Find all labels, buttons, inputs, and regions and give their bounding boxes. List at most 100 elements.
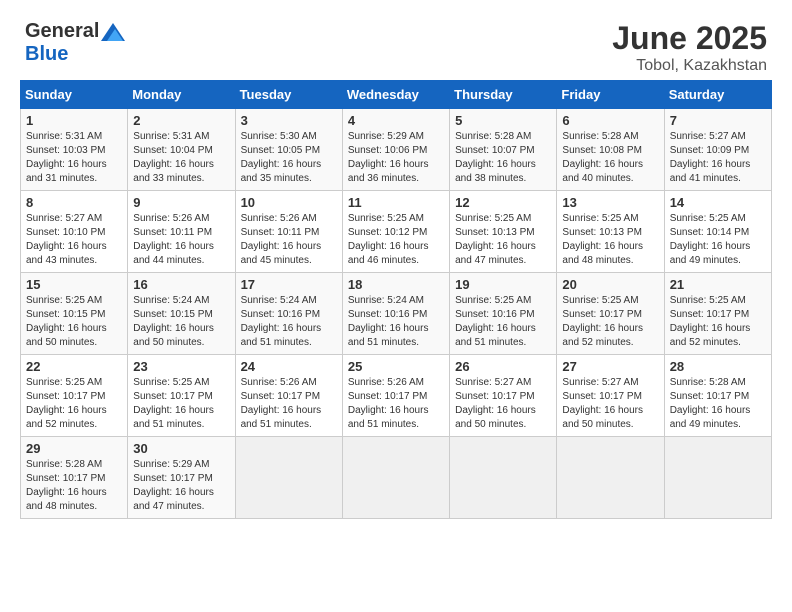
day-number: 17 xyxy=(241,277,337,292)
calendar-day-cell: 21 Sunrise: 5:25 AMSunset: 10:17 PMDaylig… xyxy=(664,273,771,355)
calendar-day-cell: 14 Sunrise: 5:25 AMSunset: 10:14 PMDaylig… xyxy=(664,191,771,273)
day-info: Sunrise: 5:31 AMSunset: 10:04 PMDaylight… xyxy=(133,130,229,186)
calendar-day-cell xyxy=(235,437,342,519)
day-info: Sunrise: 5:25 AMSunset: 10:16 PMDaylight… xyxy=(455,294,551,350)
day-info: Sunrise: 5:28 AMSunset: 10:17 PMDaylight… xyxy=(26,458,122,514)
month-title: June 2025 xyxy=(612,20,767,57)
day-info: Sunrise: 5:25 AMSunset: 10:12 PMDaylight… xyxy=(348,212,444,268)
day-of-week-header: Saturday xyxy=(664,81,771,109)
page-header: General Blue June 2025 Tobol, Kazakhstan xyxy=(10,10,782,80)
day-number: 16 xyxy=(133,277,229,292)
day-info: Sunrise: 5:27 AMSunset: 10:17 PMDaylight… xyxy=(562,376,658,432)
day-number: 10 xyxy=(241,195,337,210)
calendar-week-row: 15Sunrise: 5:25 AMSunset: 10:15 PMDaylig… xyxy=(21,273,772,355)
day-info: Sunrise: 5:28 AMSunset: 10:08 PMDaylight… xyxy=(562,130,658,186)
day-number: 19 xyxy=(455,277,551,292)
day-info: Sunrise: 5:28 AMSunset: 10:07 PMDaylight… xyxy=(455,130,551,186)
day-info: Sunrise: 5:27 AMSunset: 10:10 PMDaylight… xyxy=(26,212,122,268)
day-number: 22 xyxy=(26,359,122,374)
day-info: Sunrise: 5:31 AMSunset: 10:03 PMDaylight… xyxy=(26,130,122,186)
calendar-wrapper: SundayMondayTuesdayWednesdayThursdayFrid… xyxy=(10,80,782,529)
day-number: 20 xyxy=(562,277,658,292)
day-info: Sunrise: 5:25 AMSunset: 10:13 PMDaylight… xyxy=(455,212,551,268)
location-text: Tobol, Kazakhstan xyxy=(612,57,767,75)
logo-general-text: General xyxy=(25,20,99,43)
day-info: Sunrise: 5:26 AMSunset: 10:11 PMDaylight… xyxy=(133,212,229,268)
calendar-day-cell: 8 Sunrise: 5:27 AMSunset: 10:10 PMDayligh… xyxy=(21,191,128,273)
calendar-day-cell: 2 Sunrise: 5:31 AMSunset: 10:04 PMDayligh… xyxy=(128,109,235,191)
day-info: Sunrise: 5:25 AMSunset: 10:14 PMDaylight… xyxy=(670,212,766,268)
calendar-day-cell: 30 Sunrise: 5:29 AMSunset: 10:17 PMDaylig… xyxy=(128,437,235,519)
day-info: Sunrise: 5:29 AMSunset: 10:06 PMDaylight… xyxy=(348,130,444,186)
calendar-day-cell xyxy=(557,437,664,519)
calendar-day-cell: 17Sunrise: 5:24 AMSunset: 10:16 PMDaylig… xyxy=(235,273,342,355)
calendar-day-cell xyxy=(450,437,557,519)
day-number: 6 xyxy=(562,113,658,128)
calendar-day-cell: 19 Sunrise: 5:25 AMSunset: 10:16 PMDaylig… xyxy=(450,273,557,355)
calendar-table: SundayMondayTuesdayWednesdayThursdayFrid… xyxy=(20,80,772,519)
calendar-day-cell: 15Sunrise: 5:25 AMSunset: 10:15 PMDaylig… xyxy=(21,273,128,355)
day-of-week-header: Thursday xyxy=(450,81,557,109)
day-number: 15 xyxy=(26,277,122,292)
logo-blue-text: Blue xyxy=(25,43,68,66)
day-number: 12 xyxy=(455,195,551,210)
day-info: Sunrise: 5:26 AMSunset: 10:17 PMDaylight… xyxy=(241,376,337,432)
day-number: 8 xyxy=(26,195,122,210)
day-info: Sunrise: 5:26 AMSunset: 10:11 PMDaylight… xyxy=(241,212,337,268)
day-number: 25 xyxy=(348,359,444,374)
calendar-day-cell: 29 Sunrise: 5:28 AMSunset: 10:17 PMDaylig… xyxy=(21,437,128,519)
day-of-week-header: Monday xyxy=(128,81,235,109)
calendar-header-row: SundayMondayTuesdayWednesdayThursdayFrid… xyxy=(21,81,772,109)
day-info: Sunrise: 5:25 AMSunset: 10:17 PMDaylight… xyxy=(670,294,766,350)
calendar-day-cell: 11 Sunrise: 5:25 AMSunset: 10:12 PMDaylig… xyxy=(342,191,449,273)
calendar-day-cell: 16 Sunrise: 5:24 AMSunset: 10:15 PMDaylig… xyxy=(128,273,235,355)
day-of-week-header: Tuesday xyxy=(235,81,342,109)
day-info: Sunrise: 5:25 AMSunset: 10:17 PMDaylight… xyxy=(562,294,658,350)
calendar-day-cell: 7 Sunrise: 5:27 AMSunset: 10:09 PMDayligh… xyxy=(664,109,771,191)
calendar-day-cell xyxy=(664,437,771,519)
calendar-day-cell: 12 Sunrise: 5:25 AMSunset: 10:13 PMDaylig… xyxy=(450,191,557,273)
calendar-day-cell: 10 Sunrise: 5:26 AMSunset: 10:11 PMDaylig… xyxy=(235,191,342,273)
day-number: 2 xyxy=(133,113,229,128)
day-number: 14 xyxy=(670,195,766,210)
day-of-week-header: Wednesday xyxy=(342,81,449,109)
calendar-day-cell: 18Sunrise: 5:24 AMSunset: 10:16 PMDaylig… xyxy=(342,273,449,355)
day-of-week-header: Sunday xyxy=(21,81,128,109)
calendar-day-cell: 22Sunrise: 5:25 AMSunset: 10:17 PMDaylig… xyxy=(21,355,128,437)
day-number: 30 xyxy=(133,441,229,456)
day-of-week-header: Friday xyxy=(557,81,664,109)
day-info: Sunrise: 5:29 AMSunset: 10:17 PMDaylight… xyxy=(133,458,229,514)
logo: General Blue xyxy=(25,20,125,66)
day-number: 29 xyxy=(26,441,122,456)
day-number: 11 xyxy=(348,195,444,210)
calendar-day-cell: 5Sunrise: 5:28 AMSunset: 10:07 PMDayligh… xyxy=(450,109,557,191)
calendar-day-cell: 13Sunrise: 5:25 AMSunset: 10:13 PMDaylig… xyxy=(557,191,664,273)
day-number: 9 xyxy=(133,195,229,210)
day-number: 27 xyxy=(562,359,658,374)
day-number: 7 xyxy=(670,113,766,128)
day-number: 23 xyxy=(133,359,229,374)
calendar-day-cell: 6 Sunrise: 5:28 AMSunset: 10:08 PMDayligh… xyxy=(557,109,664,191)
calendar-day-cell: 23 Sunrise: 5:25 AMSunset: 10:17 PMDaylig… xyxy=(128,355,235,437)
calendar-week-row: 1Sunrise: 5:31 AMSunset: 10:03 PMDayligh… xyxy=(21,109,772,191)
calendar-week-row: 22 Sunrise: 5:25 AMSunset: 10:17 PMDaylig… xyxy=(21,355,772,437)
title-area: June 2025 Tobol, Kazakhstan xyxy=(612,20,767,75)
day-info: Sunrise: 5:25 AMSunset: 10:13 PMDaylight… xyxy=(562,212,658,268)
day-info: Sunrise: 5:25 AMSunset: 10:17 PMDaylight… xyxy=(133,376,229,432)
day-number: 21 xyxy=(670,277,766,292)
calendar-day-cell: 26 Sunrise: 5:27 AMSunset: 10:17 PMDaylig… xyxy=(450,355,557,437)
logo-icon xyxy=(101,23,125,41)
day-info: Sunrise: 5:27 AMSunset: 10:09 PMDaylight… xyxy=(670,130,766,186)
day-number: 3 xyxy=(241,113,337,128)
day-number: 4 xyxy=(348,113,444,128)
day-info: Sunrise: 5:27 AMSunset: 10:17 PMDaylight… xyxy=(455,376,551,432)
calendar-day-cell: 1Sunrise: 5:31 AMSunset: 10:03 PMDayligh… xyxy=(21,109,128,191)
day-info: Sunrise: 5:26 AMSunset: 10:17 PMDaylight… xyxy=(348,376,444,432)
day-info: Sunrise: 5:30 AMSunset: 10:05 PMDaylight… xyxy=(241,130,337,186)
calendar-day-cell: 24Sunrise: 5:26 AMSunset: 10:17 PMDaylig… xyxy=(235,355,342,437)
calendar-day-cell: 9 Sunrise: 5:26 AMSunset: 10:11 PMDayligh… xyxy=(128,191,235,273)
day-number: 18 xyxy=(348,277,444,292)
day-number: 26 xyxy=(455,359,551,374)
calendar-day-cell xyxy=(342,437,449,519)
day-info: Sunrise: 5:24 AMSunset: 10:15 PMDaylight… xyxy=(133,294,229,350)
